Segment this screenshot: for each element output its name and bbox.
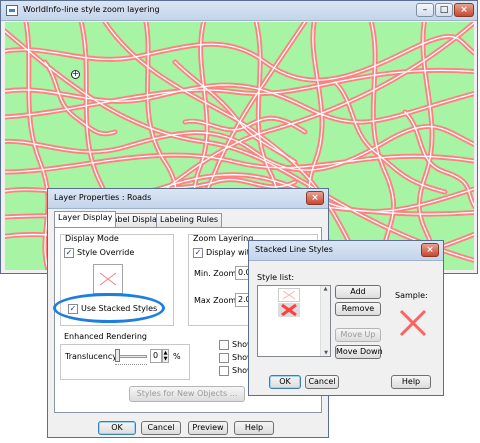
stacked-title: Stacked Line Styles bbox=[255, 245, 333, 254]
close-icon[interactable]: × bbox=[421, 243, 439, 257]
translucency-field[interactable]: 0 bbox=[150, 349, 162, 363]
thin-cross-icon bbox=[282, 290, 296, 300]
enhanced-rendering-group bbox=[60, 344, 190, 380]
add-button[interactable]: Add bbox=[335, 285, 381, 299]
show-checkbox-1[interactable] bbox=[219, 340, 229, 350]
translucency-label: Translucency bbox=[65, 352, 117, 361]
show-checkbox-3[interactable] bbox=[219, 366, 229, 376]
sample-cross-icon bbox=[399, 309, 427, 337]
show-checkbox-2[interactable] bbox=[219, 353, 229, 363]
zoom-cursor-icon: + bbox=[71, 69, 80, 79]
help-button[interactable]: Help bbox=[234, 421, 274, 435]
style-list-label: Style list: bbox=[257, 273, 295, 282]
list-item[interactable] bbox=[278, 288, 300, 302]
line-style-icon bbox=[99, 272, 117, 286]
tab-labeling-rules[interactable]: Labeling Rules bbox=[156, 213, 223, 227]
preview-button[interactable]: Preview bbox=[188, 421, 228, 435]
move-up-button[interactable]: Move Up bbox=[335, 328, 381, 342]
translucency-ticks bbox=[115, 364, 147, 367]
maximize-icon[interactable]: □ bbox=[435, 3, 453, 17]
stacked-help-button[interactable]: Help bbox=[391, 375, 431, 389]
stacked-titlebar[interactable]: Stacked Line Styles × bbox=[249, 241, 443, 261]
min-zoom-label: Min. Zoom: bbox=[194, 269, 240, 278]
stacked-cancel-button[interactable]: Cancel bbox=[305, 375, 339, 389]
move-down-button[interactable]: Move Down bbox=[335, 345, 383, 359]
main-title: WorldInfo-line style zoom layering bbox=[23, 5, 160, 14]
max-zoom-label: Max Zoom: bbox=[194, 296, 239, 305]
thick-cross-icon bbox=[281, 303, 297, 317]
style-list[interactable]: ▲ ▼ bbox=[257, 285, 331, 357]
styles-for-new-objects-button[interactable]: Styles for New Objects ... bbox=[129, 386, 245, 402]
tab-strip: Layer Display Label Display Labeling Rul… bbox=[54, 211, 322, 227]
stacked-line-styles-dialog: Stacked Line Styles × Style list: ▲ ▼ Ad… bbox=[248, 240, 444, 396]
highlight-ellipse bbox=[53, 293, 165, 323]
list-item[interactable] bbox=[278, 303, 300, 317]
scroll-up-icon[interactable]: ▲ bbox=[321, 286, 330, 292]
close-icon[interactable]: × bbox=[306, 191, 324, 205]
sample-preview bbox=[395, 305, 431, 341]
cancel-button[interactable]: Cancel bbox=[141, 421, 181, 435]
close-icon[interactable]: × bbox=[454, 3, 474, 17]
minimize-icon[interactable]: – bbox=[416, 3, 434, 17]
style-override-label: Style Override bbox=[77, 248, 135, 257]
translucency-slider-thumb[interactable] bbox=[115, 349, 120, 362]
display-within-zoom-checkbox[interactable]: ✓ bbox=[193, 248, 203, 258]
stacked-ok-button[interactable]: OK bbox=[269, 375, 301, 389]
remove-button[interactable]: Remove bbox=[335, 302, 381, 316]
layer-props-titlebar[interactable]: Layer Properties : Roads × bbox=[48, 189, 328, 209]
enhanced-rendering-heading: Enhanced Rendering bbox=[64, 332, 147, 341]
app-icon bbox=[6, 5, 18, 16]
style-preview-swatch[interactable] bbox=[93, 264, 123, 294]
scroll-down-icon[interactable]: ▼ bbox=[321, 350, 331, 356]
tab-layer-display[interactable]: Layer Display bbox=[54, 211, 117, 227]
percent-label: % bbox=[173, 352, 181, 361]
list-scrollbar[interactable]: ▲ ▼ bbox=[320, 286, 330, 356]
translucency-spinner[interactable]: ▲ ▼ bbox=[162, 349, 169, 363]
ok-button[interactable]: OK bbox=[98, 421, 136, 435]
style-override-checkbox[interactable]: ✓ bbox=[64, 248, 74, 258]
display-mode-heading: Display Mode bbox=[65, 234, 119, 243]
main-titlebar[interactable]: WorldInfo-line style zoom layering – □ × bbox=[1, 1, 477, 21]
zoom-layering-heading: Zoom Layering bbox=[193, 234, 254, 243]
layer-props-title: Layer Properties : Roads bbox=[54, 193, 152, 202]
sample-label: Sample: bbox=[395, 291, 428, 300]
